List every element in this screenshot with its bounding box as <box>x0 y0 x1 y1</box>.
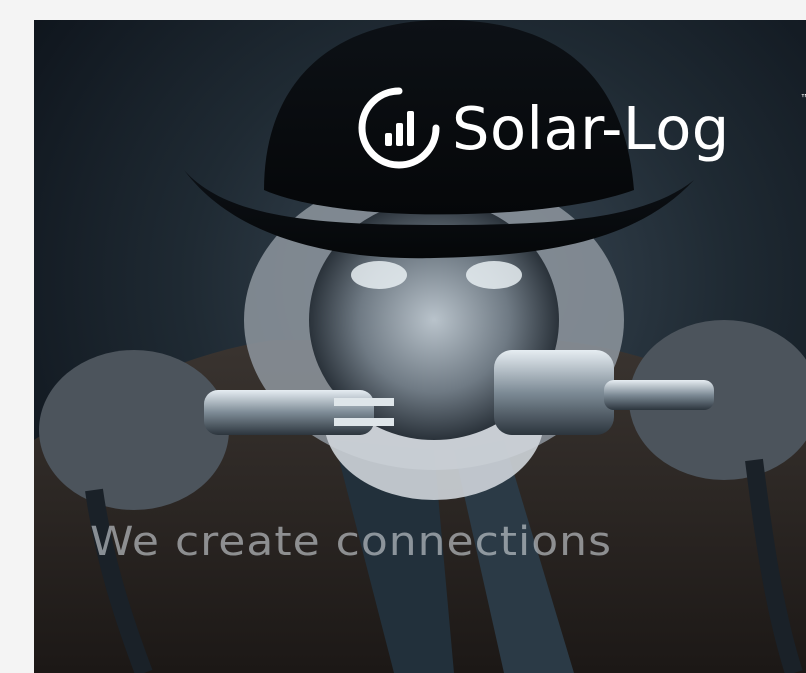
trademark-symbol: ™ <box>800 92 806 105</box>
page: Solar-Log ™ We create connections <box>0 0 806 673</box>
solar-log-logo[interactable]: Solar-Log ™ <box>356 82 806 174</box>
brand-name: Solar-Log <box>452 93 730 163</box>
ad-tagline: We create connections <box>90 518 612 565</box>
bar-chart-circle-icon <box>356 85 442 171</box>
solar-log-ad-banner[interactable]: Solar-Log ™ We create connections <box>34 20 806 673</box>
